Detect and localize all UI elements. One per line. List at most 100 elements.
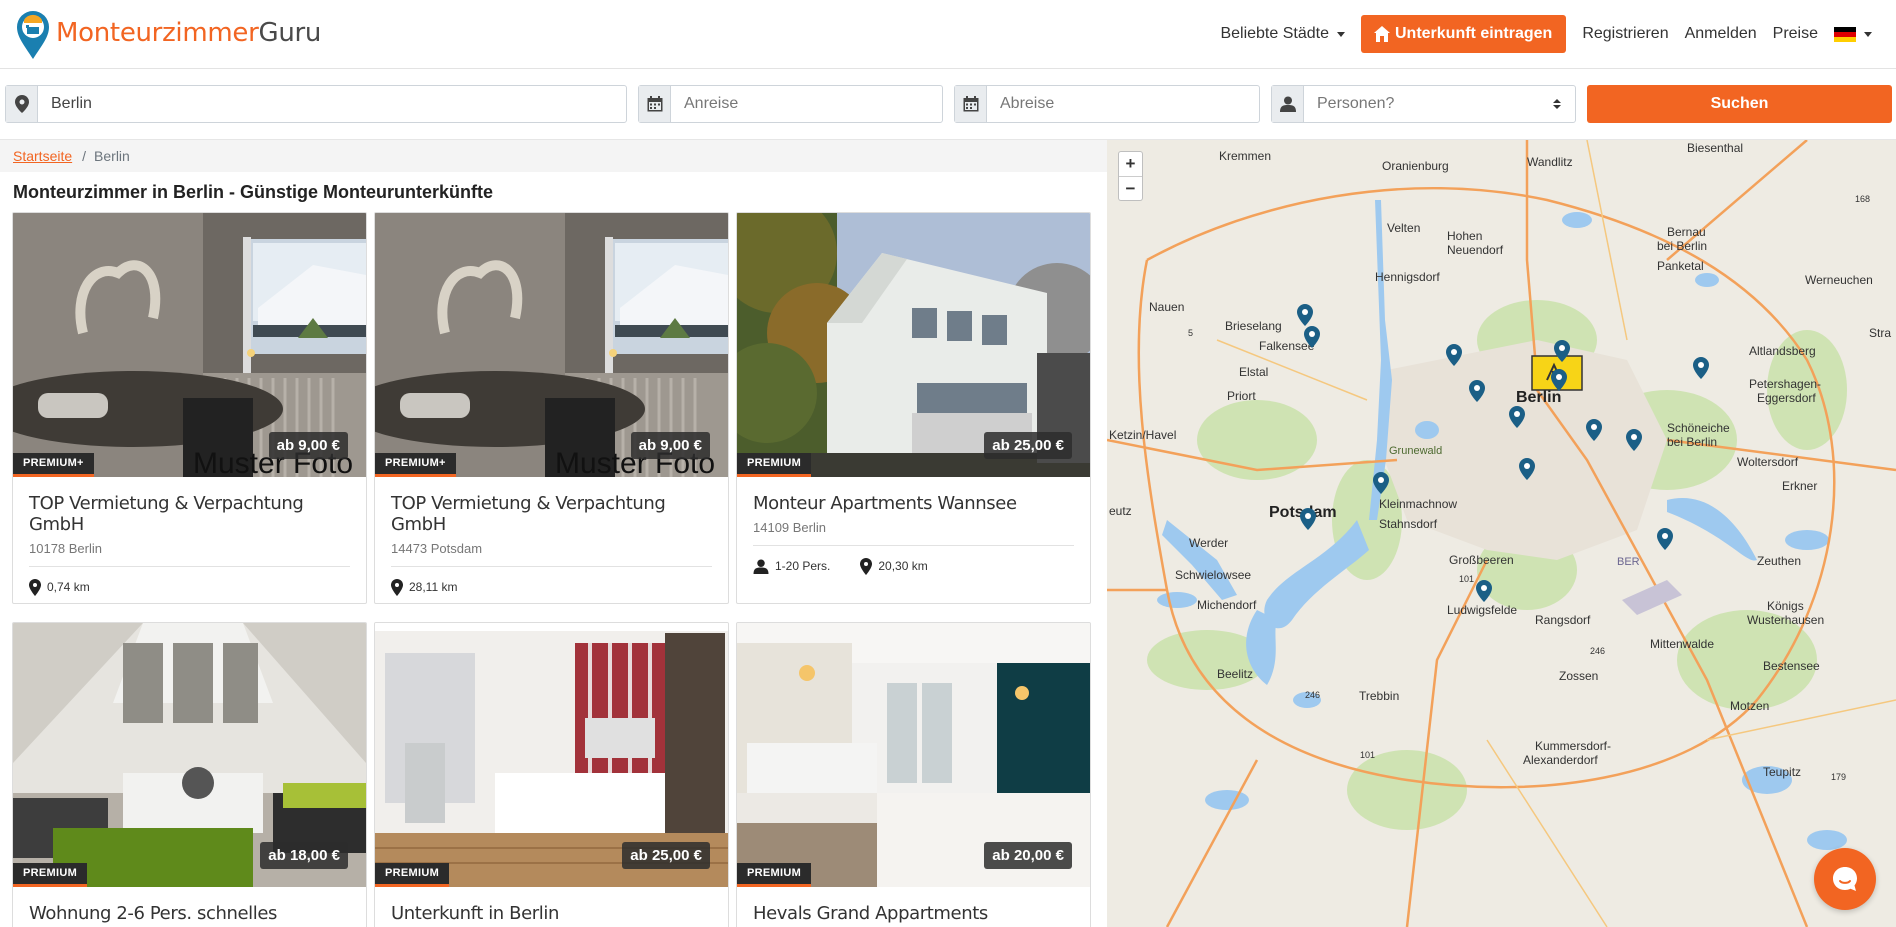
road-number: 246: [1590, 646, 1605, 656]
place-label: bei Berlin: [1667, 435, 1717, 449]
breadcrumb: Startseite / Berlin: [0, 140, 1107, 172]
place-label: Schwielowsee: [1175, 568, 1251, 582]
place-label: BER: [1617, 556, 1640, 568]
premium-badge: PREMIUM: [737, 863, 812, 887]
prices-link[interactable]: Preise: [1773, 25, 1818, 43]
place-label: Trebbin: [1359, 689, 1399, 703]
place-label: Werder: [1189, 536, 1228, 550]
chevron-down-icon: [1336, 31, 1345, 37]
place-label: Kremmen: [1219, 149, 1271, 163]
distance-value: 28,11 km: [409, 580, 458, 594]
listing-title[interactable]: Hevals Grand Appartments: [753, 903, 1074, 924]
persons-select[interactable]: Personen?: [1271, 85, 1576, 123]
place-label: Kummersdorf-: [1535, 739, 1611, 753]
listing-card[interactable]: Muster Foto ab 9,00 € PREMIUM+ TOP Vermi…: [374, 212, 729, 604]
breadcrumb-home-link[interactable]: Startseite: [13, 148, 72, 164]
logo-text: MonteurzimmerGuru: [56, 18, 322, 48]
chat-button[interactable]: [1814, 848, 1876, 910]
listing-location: 14473 Potsdam: [391, 541, 483, 556]
place-label: Alexanderdorf: [1523, 753, 1598, 767]
language-dropdown[interactable]: [1834, 26, 1872, 42]
place-label: Stra: [1869, 326, 1891, 340]
distance-value: 20,30 km: [878, 559, 928, 573]
place-label: Wusterhausen: [1747, 613, 1824, 627]
place-label: Wandlitz: [1527, 155, 1573, 169]
listing-card[interactable]: Muster Foto ab 9,00 € PREMIUM+ TOP Vermi…: [12, 212, 367, 604]
listing-photo[interactable]: ab 20,00 € PREMIUM: [737, 623, 1090, 887]
place-label: Bestensee: [1763, 659, 1820, 673]
place-label: Oranienburg: [1382, 159, 1449, 173]
map-zoom-control: + −: [1118, 151, 1143, 201]
location-field[interactable]: Berlin: [5, 85, 627, 123]
listing-card[interactable]: ab 20,00 € PREMIUM Hevals Grand Appartme…: [736, 622, 1091, 927]
page-title: Monteurzimmer in Berlin - Günstige Monte…: [13, 182, 494, 202]
place-label: Bernau: [1667, 225, 1706, 239]
place-label: Schöneiche: [1667, 421, 1730, 435]
premium-badge: PREMIUM: [737, 453, 812, 477]
listing-title[interactable]: Unterkunft in Berlin: [391, 903, 712, 924]
price-badge: ab 9,00 €: [268, 432, 348, 459]
zoom-in-button[interactable]: +: [1119, 152, 1142, 176]
search-button[interactable]: Suchen: [1587, 85, 1892, 123]
premium-badge: PREMIUM+: [13, 453, 94, 477]
place-label: Ketzin/Havel: [1109, 428, 1176, 442]
road-number: 5: [1188, 328, 1193, 338]
departure-field[interactable]: Abreise: [954, 85, 1260, 123]
place-label: Nauen: [1149, 300, 1184, 314]
select-arrows-icon: [1547, 86, 1567, 122]
cities-dropdown[interactable]: Beliebte Städte: [1220, 25, 1345, 43]
map-canvas[interactable]: Kremmen Oranienburg Wandlitz Biesenthal …: [1107, 140, 1896, 927]
chat-bubble-icon: [1833, 867, 1857, 891]
distance: 0,74 km: [29, 578, 90, 596]
place-label: Altlandsberg: [1749, 344, 1816, 358]
place-label: Neuendorf: [1447, 243, 1504, 257]
cities-label: Beliebte Städte: [1220, 25, 1329, 42]
place-label: Falkensee: [1259, 339, 1315, 353]
place-label: Motzen: [1730, 699, 1769, 713]
place-label: Stahnsdorf: [1379, 517, 1438, 531]
departure-input[interactable]: Abreise: [987, 86, 1259, 122]
listing-photo[interactable]: ab 25,00 € PREMIUM: [375, 623, 728, 887]
persons-value: Personen?: [1317, 95, 1395, 112]
register-link[interactable]: Registrieren: [1582, 25, 1668, 43]
listing-title[interactable]: TOP Vermietung & Verpachtung GmbH: [391, 493, 712, 535]
arrival-input[interactable]: Anreise: [671, 86, 942, 122]
map-view[interactable]: Kremmen Oranienburg Wandlitz Biesenthal …: [1107, 140, 1896, 927]
listing-photo[interactable]: ab 18,00 € PREMIUM: [13, 623, 366, 887]
place-label: Kleinmachnow: [1379, 497, 1457, 511]
listing-card[interactable]: ab 25,00 € PREMIUM Monteur Apartments Wa…: [736, 212, 1091, 604]
place-label: Mittenwalde: [1650, 637, 1714, 651]
listing-title[interactable]: TOP Vermietung & Verpachtung GmbH: [29, 493, 350, 535]
premium-badge: PREMIUM+: [375, 453, 456, 477]
location-input[interactable]: Berlin: [38, 86, 626, 122]
place-label: Elstal: [1239, 365, 1268, 379]
listing-card[interactable]: ab 25,00 € PREMIUM Unterkunft in Berlin: [374, 622, 729, 927]
arrival-field[interactable]: Anreise: [638, 85, 943, 123]
listing-title[interactable]: Wohnung 2-6 Pers. schnelles Internet: [29, 903, 350, 927]
listing-photo[interactable]: Muster Foto ab 9,00 € PREMIUM+: [13, 213, 366, 477]
place-label: Hennigsdorf: [1375, 270, 1440, 284]
home-icon: [1373, 26, 1390, 42]
place-label: Petershagen-: [1749, 377, 1821, 391]
place-label: Teupitz: [1763, 765, 1801, 779]
zoom-out-button[interactable]: −: [1119, 176, 1142, 200]
login-link[interactable]: Anmelden: [1685, 25, 1757, 43]
place-label: Grunewald: [1389, 445, 1442, 457]
add-listing-button[interactable]: Unterkunft eintragen: [1360, 15, 1567, 53]
map-marker-icon: [391, 578, 403, 596]
place-label: Hohen: [1447, 229, 1482, 243]
listing-panel: Startseite / Berlin Monteurzimmer in Ber…: [0, 140, 1107, 927]
listing-photo[interactable]: ab 25,00 € PREMIUM: [737, 213, 1090, 477]
place-label: eutz: [1109, 504, 1132, 518]
listing-card[interactable]: ab 18,00 € PREMIUM Wohnung 2-6 Pers. sch…: [12, 622, 367, 927]
logo-pin-icon: [17, 11, 49, 59]
place-label: Erkner: [1782, 479, 1817, 493]
listing-title[interactable]: Monteur Apartments Wannsee: [753, 493, 1074, 514]
logo[interactable]: MonteurzimmerGuru: [14, 5, 321, 61]
place-label: Brieselang: [1225, 319, 1282, 333]
listing-photo[interactable]: Muster Foto ab 9,00 € PREMIUM+: [375, 213, 728, 477]
price-badge: ab 25,00 €: [984, 432, 1072, 459]
distance: 28,11 km: [391, 578, 458, 596]
place-label: Ludwigsfelde: [1447, 603, 1517, 617]
flag-de-icon: [1834, 26, 1856, 42]
